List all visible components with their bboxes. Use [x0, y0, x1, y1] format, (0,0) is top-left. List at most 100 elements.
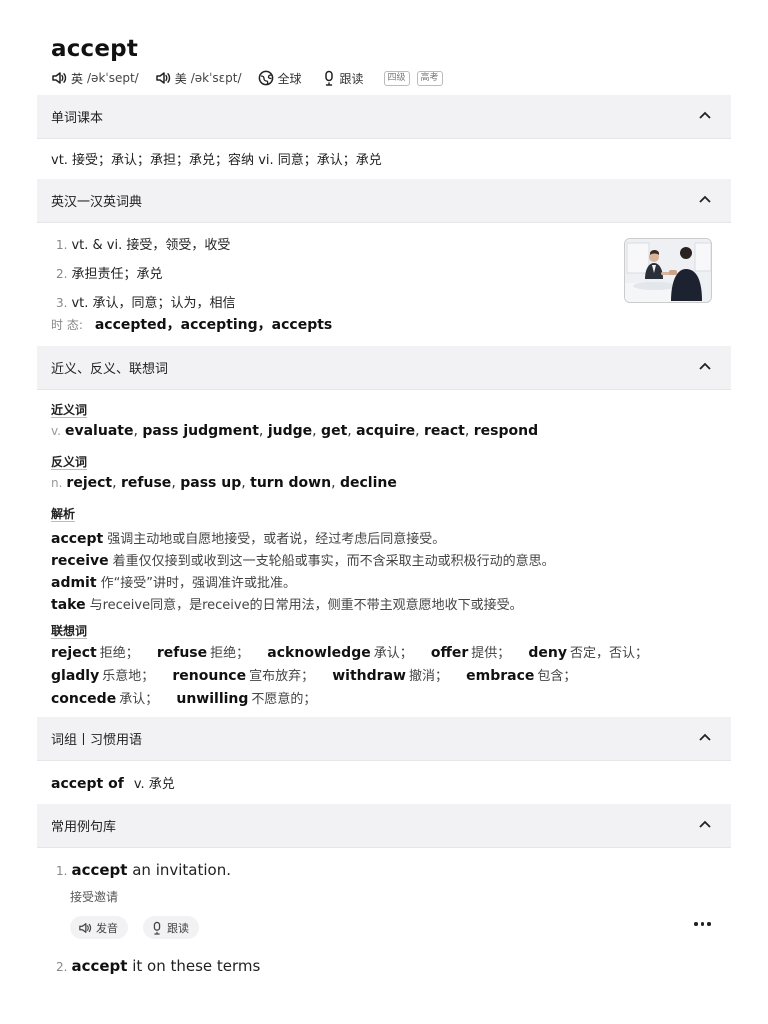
meeting-handshake-image — [624, 238, 712, 303]
association-item[interactable]: unwilling 不愿意的； — [176, 691, 316, 707]
analysis-item: receive 着重仅仅接到或收到这一支轮船或事实，而不含采取主动或积极行动的意思… — [51, 550, 555, 569]
pronounce-button[interactable]: 发音 — [70, 916, 128, 939]
association-list: reject 拒绝； refuse 拒绝； acknowledge 承认； offer… — [51, 642, 701, 711]
sense-item: 3. vt. 承认，同意；认为，相信 — [56, 292, 236, 311]
association-item[interactable]: refuse 拒绝； — [157, 645, 249, 661]
phrase-meaning: v. 承兑 — [133, 777, 175, 792]
example-number: 1. — [56, 864, 68, 878]
antonym-link[interactable]: refuse — [121, 475, 171, 491]
analysis-word: take — [51, 597, 86, 613]
sense-number: 2. — [56, 267, 68, 281]
synonyms-list: v. evaluate, pass judgment, judge, get, a… — [51, 423, 539, 439]
sense-text: 承担责任；承兑 — [71, 267, 163, 282]
association-item[interactable]: concede 承认； — [51, 691, 158, 707]
global-pronunciation-button[interactable]: 全球 — [258, 70, 306, 87]
speaker-icon — [155, 72, 170, 84]
chevron-up-icon[interactable] — [699, 111, 711, 119]
synonym-link[interactable]: judge — [268, 423, 312, 439]
more-options-icon[interactable] — [694, 922, 711, 926]
example-sentence: 2. accept it on these terms — [56, 957, 260, 975]
example-keyword: accept — [71, 861, 128, 879]
synonym-link[interactable]: get — [321, 423, 347, 439]
chevron-up-icon[interactable] — [699, 733, 711, 741]
follow-read-button[interactable]: 跟读 — [322, 70, 368, 87]
pronounce-label: 发音 — [96, 921, 118, 935]
section-header-textbook[interactable]: 单词课本 — [37, 95, 731, 139]
tense-forms-row: 时 态: accepted，accepting，accepts — [51, 314, 332, 334]
section-header-phrases[interactable]: 词组丨习惯用语 — [37, 717, 731, 761]
analysis-heading: 解析 — [51, 507, 76, 521]
level-tag: 高考 — [416, 70, 443, 86]
section-header-related[interactable]: 近义、反义、联想词 — [37, 346, 731, 390]
antonym-link[interactable]: reject — [66, 475, 112, 491]
example-number: 2. — [56, 960, 68, 974]
chevron-up-icon[interactable] — [699, 820, 711, 828]
example-sentence: 1. accept an invitation. — [56, 861, 231, 879]
analysis-text: 强调主动地或自愿地接受，或者说，经过考虑后同意接受。 — [107, 532, 446, 547]
association-item[interactable]: acknowledge 承认； — [267, 645, 412, 661]
antonyms-heading: 反义词 — [51, 455, 88, 469]
dictionary-page: accept 英 /əkˈsept/ 美 /əkˈsɛpt/ 全球 跟读 四级 … — [0, 0, 768, 1024]
tense-forms: accepted，accepting，accepts — [94, 317, 333, 333]
synonym-link[interactable]: respond — [474, 423, 538, 439]
antonyms-list: n. reject, refuse, pass up, turn down, de… — [51, 475, 397, 491]
us-ipa: /əkˈsɛpt/ — [190, 71, 242, 85]
antonym-link[interactable]: turn down — [250, 475, 331, 491]
association-item[interactable]: renounce 宣布放弃； — [172, 668, 314, 684]
analysis-word: accept — [51, 531, 104, 547]
analysis-text: 与receive同意，是receive的日常用法，侧重不带主观意愿地收下或接受。 — [89, 598, 523, 613]
section-title: 常用例句库 — [51, 820, 117, 835]
synonym-link[interactable]: pass judgment — [142, 423, 259, 439]
example-rest: it on these terms — [127, 957, 261, 975]
speaker-icon — [52, 72, 67, 84]
synonym-link[interactable]: react — [424, 423, 465, 439]
textbook-definition: vt. 接受；承认；承担；承兑；容纳 vi. 同意；承认；承兑 — [51, 153, 382, 168]
phrase-item[interactable]: accept of v. 承兑 — [51, 773, 175, 792]
sense-number: 1. — [56, 238, 68, 252]
antonym-link[interactable]: decline — [340, 475, 397, 491]
uk-ipa: /əkˈsept/ — [87, 71, 139, 85]
synonyms-pos: v. — [51, 424, 61, 438]
follow-read-label: 跟读 — [339, 71, 364, 86]
association-item[interactable]: deny 否定，否认； — [528, 645, 648, 661]
association-item[interactable]: embrace 包含； — [466, 668, 576, 684]
phrase-text: accept of — [51, 776, 124, 792]
uk-pronunciation-button[interactable]: 英 /əkˈsept/ — [51, 70, 139, 87]
association-item[interactable]: withdraw 撤消； — [332, 668, 448, 684]
sense-number: 3. — [56, 296, 68, 310]
association-item[interactable]: gladly 乐意地； — [51, 668, 154, 684]
antonym-link[interactable]: pass up — [180, 475, 241, 491]
antonyms-pos: n. — [51, 476, 63, 490]
chevron-up-icon[interactable] — [699, 362, 711, 370]
analysis-item: admit 作“接受”讲时，强调准许或批准。 — [51, 572, 296, 591]
sense-item: 2. 承担责任；承兑 — [56, 263, 162, 282]
analysis-item: take 与receive同意，是receive的日常用法，侧重不带主观意愿地收下… — [51, 594, 523, 613]
chevron-up-icon[interactable] — [699, 195, 711, 203]
globe-icon — [258, 70, 273, 86]
analysis-word: admit — [51, 575, 97, 591]
headword: accept — [51, 36, 139, 62]
level-tag: 四级 — [383, 70, 410, 86]
microphone-icon — [153, 921, 161, 935]
association-item[interactable]: reject 拒绝； — [51, 645, 139, 661]
synonym-link[interactable]: acquire — [356, 423, 415, 439]
section-header-dictionary[interactable]: 英汉一汉英词典 — [37, 179, 731, 223]
example-translation: 接受邀请 — [70, 890, 119, 904]
us-pronunciation-button[interactable]: 美 /əkˈsɛpt/ — [155, 70, 242, 87]
association-item[interactable]: offer 提供； — [431, 645, 510, 661]
section-title: 英汉一汉英词典 — [51, 195, 143, 210]
sense-item: 1. vt. & vi. 接受，领受，收受 — [56, 234, 230, 253]
us-label: 美 — [174, 71, 187, 86]
association-heading: 联想词 — [51, 624, 88, 638]
microphone-icon — [324, 70, 333, 86]
analysis-word: receive — [51, 553, 109, 569]
follow-read-example-button[interactable]: 跟读 — [143, 916, 199, 939]
global-label: 全球 — [277, 71, 302, 86]
sense-text: vt. 承认，同意；认为，相信 — [71, 296, 236, 311]
example-rest: an invitation. — [127, 861, 231, 879]
synonym-link[interactable]: evaluate — [65, 423, 133, 439]
section-title: 词组丨习惯用语 — [51, 733, 143, 748]
section-header-examples[interactable]: 常用例句库 — [37, 804, 731, 848]
analysis-text: 着重仅仅接到或收到这一支轮船或事实，而不含采取主动或积极行动的意思。 — [112, 554, 555, 569]
follow-read-label: 跟读 — [167, 921, 189, 935]
